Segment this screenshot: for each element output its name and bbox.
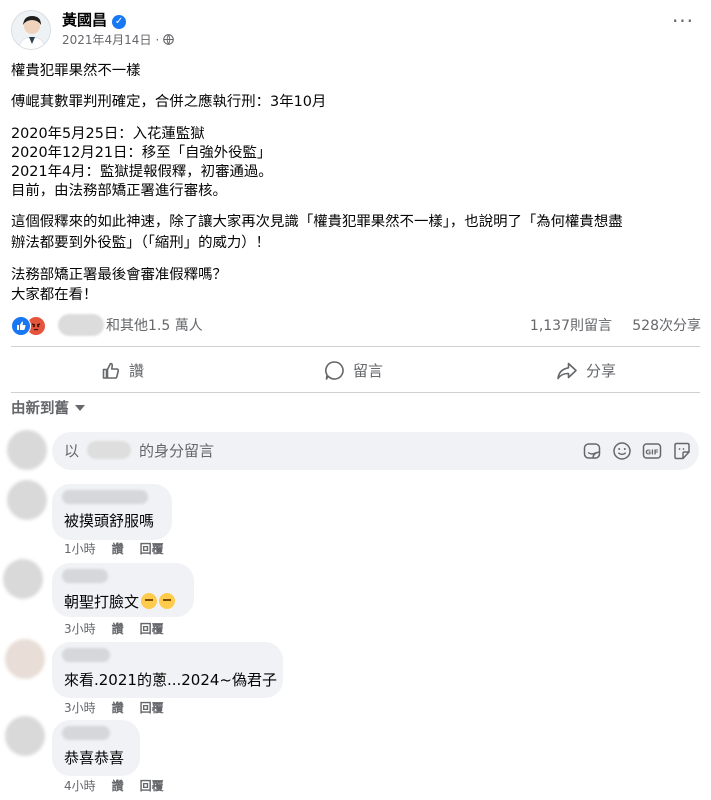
placeholder-suffix: 的身分留言 [139,442,215,460]
svg-text:GIF: GIF [645,449,658,457]
post-date[interactable]: 2021年4月14日 [62,33,151,47]
like-label: 讚 [129,362,145,380]
comment-label: 留言 [353,362,384,380]
comment-reply-link[interactable]: 回覆 [140,701,164,715]
commenter-name-redacted[interactable] [62,490,148,504]
commenter-name-redacted[interactable] [62,726,110,740]
comment-text: 來看.2021的蔥...2024~偽君子 [64,671,277,689]
comment-count[interactable]: 1,137則留言 [530,316,612,336]
divider [11,346,700,347]
comment-like-link[interactable]: 讚 [112,542,124,556]
sort-label: 由新到舊 [11,401,69,417]
post-line: 權貴犯罪果然不一樣 [11,63,141,79]
comment-bubble-icon [325,361,344,380]
commenter-avatar-redacted[interactable] [5,716,45,756]
comment-actions: 3小時 讚 回覆 [64,700,164,716]
post-line: 2020年12月21日：移至「自強外役監」 [11,145,272,161]
divider [11,392,700,393]
commenter-avatar-redacted[interactable] [7,480,47,520]
post-line: 傅崐萁數罪判刑確定，合併之應執行刑：3年10月 [11,94,327,110]
commenter-avatar-redacted[interactable] [5,639,45,679]
post-line: 這個假釋來的如此神速，除了讓大家再次見識「權貴犯罪果然不一樣」，也說明了「為何權… [11,214,623,230]
post-line: 辦法都要到外役監」（「縮刑」的威力）！ [11,235,271,251]
post-line: 目前，由法務部矯正署進行審核。 [11,183,227,199]
comment-like-link[interactable]: 讚 [112,779,124,793]
reaction-count[interactable]: 和其他1.5 萬人 [106,316,203,336]
thumbs-up-icon [102,362,120,379]
commenter-name-redacted[interactable] [62,648,110,662]
caret-down-icon [75,405,85,411]
author-name-row: 黃國昌 ✓ [62,10,127,30]
placeholder-prefix: 以 [64,442,80,460]
comment-reply-link[interactable]: 回覆 [140,622,164,636]
like-button[interactable]: 讚 [101,356,144,386]
post-line: 2021年4月：監獄提報假釋，初審通過。 [11,164,273,180]
comment-text: 被摸頭舒服嗎 [64,512,155,530]
commenter-name-redacted[interactable] [62,569,108,583]
verified-badge-icon: ✓ [112,15,127,29]
author-name[interactable]: 黃國昌 [62,11,107,29]
comment-input-placeholder[interactable]: 以 的身分留言 [64,441,214,461]
post-line: 大家都在看！ [11,287,98,303]
like-reaction-icon [11,316,31,336]
comment-reply-link[interactable]: 回覆 [140,779,164,793]
commenter-avatar-redacted[interactable] [3,559,43,599]
relieved-face-emoji-icon [141,593,158,609]
author-avatar[interactable] [11,10,51,50]
comment-like-link[interactable]: 讚 [112,701,124,715]
comment-actions: 4小時 讚 回覆 [64,778,164,794]
comment-sort-dropdown[interactable]: 由新到舊 [11,399,85,419]
share-arrow-icon [557,362,577,380]
meta-separator: · [155,33,160,47]
comment-time[interactable]: 3小時 [64,701,96,715]
comment-text-row: 朝聖打臉文 [64,592,176,612]
emoji-icon[interactable] [612,441,632,461]
relieved-face-emoji-icon [159,593,176,609]
comment-reply-link[interactable]: 回覆 [140,542,164,556]
more-options-icon[interactable]: ··· [671,11,695,34]
post-line: 2020年5月25日：入花蓮監獄 [11,126,205,142]
comment-time[interactable]: 3小時 [64,622,96,636]
comment-like-link[interactable]: 讚 [112,622,124,636]
share-button[interactable]: 分享 [556,356,616,386]
share-label: 分享 [586,362,617,380]
post-meta: 2021年4月14日 · [62,32,175,48]
comment-text: 恭喜恭喜 [64,749,125,767]
commenter-avatar-redacted [7,430,47,470]
avatar-sticker-icon[interactable] [672,441,692,461]
reaction-icons[interactable] [11,316,55,336]
gif-icon[interactable]: GIF [642,441,662,461]
reactor-name-redacted [58,314,104,336]
comment-actions: 1小時 讚 回覆 [64,541,164,557]
share-count[interactable]: 528次分享 [632,316,701,336]
comment-time[interactable]: 4小時 [64,779,96,793]
comment-actions: 3小時 讚 回覆 [64,621,164,637]
globe-icon [163,34,175,45]
comment-time[interactable]: 1小時 [64,542,96,556]
sticker-icon[interactable] [582,441,602,461]
comment-button[interactable]: 留言 [324,356,383,386]
post-line: 法務部矯正署最後會審准假釋嗎？ [11,267,227,283]
comment-text: 朝聖打臉文 [64,593,140,611]
page-name-redacted [87,441,132,459]
avatar-photo [12,11,50,49]
